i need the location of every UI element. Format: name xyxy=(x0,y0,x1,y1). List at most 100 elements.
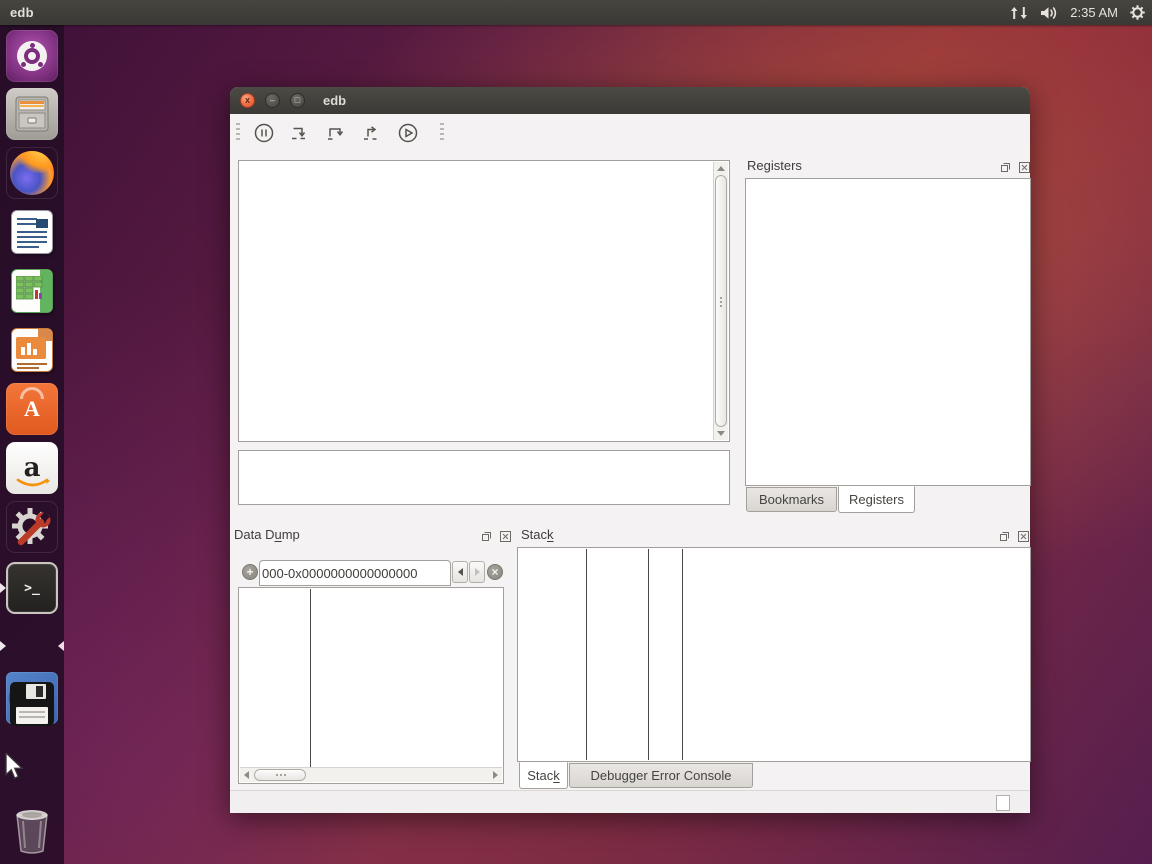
mouse-cursor xyxy=(4,753,24,779)
step-over-button[interactable] xyxy=(321,118,351,148)
system-tray: 2:35 AM xyxy=(1010,0,1146,25)
close-panel-button[interactable] xyxy=(1016,529,1030,543)
tab-registers[interactable]: Registers xyxy=(838,486,915,513)
volume-icon[interactable] xyxy=(1039,5,1059,21)
launcher-item-amazon[interactable]: a xyxy=(6,442,58,494)
launcher-item-writer[interactable] xyxy=(6,206,58,258)
stack-view[interactable] xyxy=(517,547,1031,762)
pause-button[interactable] xyxy=(249,118,279,148)
data-dump-dock-buttons xyxy=(479,529,512,543)
step-out-button[interactable] xyxy=(357,118,387,148)
scroll-down-arrow[interactable] xyxy=(717,431,725,436)
window-close-button[interactable]: x xyxy=(240,93,255,108)
window-titlebar[interactable]: x – □ edb xyxy=(230,87,1030,114)
toolbar-separator xyxy=(440,123,444,143)
system-settings-icon xyxy=(9,504,55,550)
terminal-running-indicator xyxy=(0,583,6,593)
top-menu-bar: edb 2:35 AM xyxy=(0,0,1152,25)
tab-bookmarks[interactable]: Bookmarks xyxy=(746,487,837,512)
vertical-scrollbar-thumb[interactable] xyxy=(715,175,727,427)
launcher-item-terminal[interactable]: >_ xyxy=(6,562,58,614)
launcher-item-files[interactable] xyxy=(6,88,58,140)
launcher-item-trash[interactable] xyxy=(6,805,58,857)
registers-panel-title: Registers xyxy=(747,158,802,173)
window-title: edb xyxy=(323,93,346,108)
launcher-item-calc[interactable] xyxy=(6,265,58,317)
tab-scroll-right-button[interactable] xyxy=(469,561,485,583)
step-into-icon xyxy=(288,121,312,145)
toolbar-drag-handle[interactable] xyxy=(236,123,240,143)
close-dump-tab-button[interactable]: × xyxy=(487,564,503,580)
column-divider xyxy=(310,589,311,767)
column-divider xyxy=(586,549,587,760)
run-button[interactable] xyxy=(393,118,423,148)
data-dump-horizontal-scrollbar[interactable] xyxy=(240,767,502,782)
scroll-up-arrow[interactable] xyxy=(717,166,725,171)
registers-view[interactable] xyxy=(745,178,1031,486)
bag-handle-icon xyxy=(20,387,44,399)
right-arrow-icon xyxy=(475,568,480,576)
amazon-icon: a xyxy=(24,458,41,478)
tab-scroll-left-button[interactable] xyxy=(452,561,468,583)
terminal-icon: >_ xyxy=(24,581,40,596)
column-divider xyxy=(682,549,683,760)
float-panel-button[interactable] xyxy=(998,160,1012,174)
edb-focused-indicator xyxy=(58,641,64,651)
window-minimize-button[interactable]: – xyxy=(265,93,280,108)
stack-panel-title: Stack xyxy=(521,527,554,542)
column-divider xyxy=(648,549,649,760)
session-gear-icon[interactable] xyxy=(1129,4,1146,21)
window-maximize-button[interactable]: □ xyxy=(290,93,305,108)
tab-stack[interactable]: Stack xyxy=(519,762,568,789)
network-updown-icon[interactable] xyxy=(1010,5,1028,21)
close-panel-button[interactable] xyxy=(1017,160,1031,174)
ubuntu-software-icon: A xyxy=(24,396,40,422)
data-dump-panel-title: Data Dump xyxy=(234,527,300,542)
scroll-left-arrow[interactable] xyxy=(244,771,249,779)
scroll-right-arrow[interactable] xyxy=(493,771,498,779)
launcher-item-impress[interactable] xyxy=(6,324,58,376)
ubuntu-logo-icon xyxy=(17,41,47,71)
tab-debugger-error-console[interactable]: Debugger Error Console xyxy=(569,763,753,788)
pause-icon xyxy=(252,121,276,145)
dump-address-tab[interactable]: 000-0x0000000000000000 xyxy=(259,560,451,586)
resize-grip[interactable] xyxy=(996,795,1010,811)
libreoffice-calc-icon xyxy=(11,269,53,313)
new-dump-tab-button[interactable]: + xyxy=(242,564,258,580)
floppy-disk-icon xyxy=(10,682,54,726)
libreoffice-impress-icon xyxy=(11,328,53,372)
launcher-item-software[interactable]: A xyxy=(6,383,58,435)
disassembly-vertical-scrollbar[interactable] xyxy=(713,162,728,440)
horizontal-scrollbar-thumb[interactable] xyxy=(254,769,306,781)
clock[interactable]: 2:35 AM xyxy=(1070,5,1118,20)
status-info-box xyxy=(238,450,730,505)
edb-window: x – □ edb xyxy=(230,87,1030,813)
edb-running-indicator xyxy=(0,641,6,651)
libreoffice-writer-icon xyxy=(11,210,53,254)
step-into-button[interactable] xyxy=(285,118,315,148)
debug-toolbar xyxy=(230,114,1030,152)
left-arrow-icon xyxy=(458,568,463,576)
registers-dock-buttons xyxy=(998,160,1031,174)
file-cabinet-icon xyxy=(12,94,52,134)
disassembly-view[interactable] xyxy=(238,160,730,442)
float-panel-button[interactable] xyxy=(479,529,493,543)
firefox-icon xyxy=(10,151,54,195)
launcher-item-firefox[interactable] xyxy=(6,147,58,199)
close-panel-button[interactable] xyxy=(498,529,512,543)
stack-dock-buttons xyxy=(997,529,1030,543)
close-icon: × xyxy=(491,565,498,579)
run-icon xyxy=(396,121,420,145)
trash-icon xyxy=(9,807,55,855)
launcher-dock: A a >_ xyxy=(0,25,64,864)
launcher-item-dash[interactable] xyxy=(6,30,58,82)
launcher-item-floppy[interactable] xyxy=(6,678,58,730)
step-out-icon xyxy=(360,121,384,145)
launcher-item-settings[interactable] xyxy=(6,501,58,553)
data-dump-view[interactable] xyxy=(238,587,504,784)
plus-icon: + xyxy=(246,565,253,579)
float-panel-button[interactable] xyxy=(997,529,1011,543)
window-statusbar xyxy=(230,790,1030,813)
active-app-name[interactable]: edb xyxy=(10,5,34,20)
step-over-icon xyxy=(324,121,348,145)
